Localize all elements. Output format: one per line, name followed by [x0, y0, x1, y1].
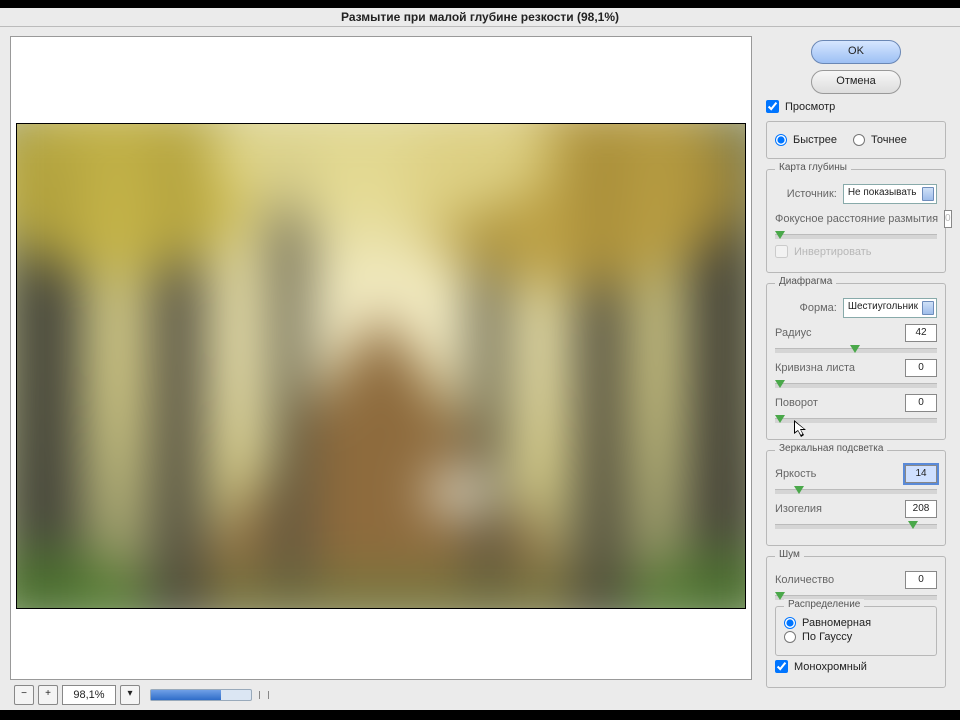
threshold-value[interactable]: 208 [905, 500, 937, 518]
radius-slider[interactable] [775, 348, 937, 353]
preview-image [16, 123, 746, 609]
radius-label: Радиус [775, 327, 899, 339]
source-label: Источник: [775, 188, 837, 200]
rotation-label: Поворот [775, 397, 899, 409]
amount-label: Количество [775, 574, 899, 586]
source-select[interactable]: Не показывать [843, 184, 937, 204]
invert-checkbox-row: Инвертировать [775, 245, 937, 258]
group-noise: Шум Количество 0 Распределение Равномерн… [766, 556, 946, 688]
zoom-field[interactable]: 98,1% [62, 685, 116, 705]
render-accurate-radio[interactable] [853, 134, 865, 146]
render-accurate[interactable]: Точнее [853, 134, 907, 146]
curvature-label: Кривизна листа [775, 362, 899, 374]
threshold-label: Изогелия [775, 503, 899, 515]
rotation-slider[interactable] [775, 418, 937, 423]
rotation-value[interactable]: 0 [905, 394, 937, 412]
preview-checkbox[interactable] [766, 100, 779, 113]
focal-label: Фокусное расстояние размытия [775, 213, 938, 225]
threshold-slider[interactable] [775, 524, 937, 529]
invert-checkbox [775, 245, 788, 258]
zoom-menu-button[interactable]: ▾ [120, 685, 140, 705]
title-bar: Размытие при малой глубине резкости (98,… [0, 8, 960, 27]
zoom-progress [150, 689, 252, 701]
zoom-in-button[interactable]: + [38, 685, 58, 705]
shape-select[interactable]: Шестиугольник (6) [843, 298, 937, 318]
dist-uniform[interactable]: Равномерная [784, 617, 928, 629]
focal-slider[interactable] [775, 234, 937, 239]
image-canvas[interactable] [16, 123, 746, 609]
amount-value[interactable]: 0 [905, 571, 937, 589]
radius-value[interactable]: 42 [905, 324, 937, 342]
render-mode: Быстрее Точнее [775, 132, 937, 148]
zoom-out-button[interactable]: − [14, 685, 34, 705]
dist-gauss[interactable]: По Гауссу [784, 631, 928, 643]
dialog-window: Размытие при малой глубине резкости (98,… [0, 8, 960, 710]
brightness-value[interactable]: 14 [905, 465, 937, 483]
curvature-value[interactable]: 0 [905, 359, 937, 377]
render-fast[interactable]: Быстрее [775, 134, 837, 146]
curvature-slider[interactable] [775, 383, 937, 388]
group-specular: Зеркальная подсветка Яркость 14 Изогелия… [766, 450, 946, 546]
group-aperture: Диафрагма Форма: Шестиугольник (6) Радиу… [766, 283, 946, 440]
ok-button[interactable]: OK [811, 40, 901, 64]
scroll-grip[interactable] [259, 691, 269, 699]
render-fast-radio[interactable] [775, 134, 787, 146]
dist-gauss-radio[interactable] [784, 631, 796, 643]
cancel-button[interactable]: Отмена [811, 70, 901, 94]
dist-uniform-radio[interactable] [784, 617, 796, 629]
preview-label: Просмотр [785, 101, 835, 113]
focal-value[interactable]: 0 [944, 210, 952, 228]
group-depth-map: Карта глубины Источник: Не показывать Фо… [766, 169, 946, 273]
preview-panel [10, 36, 752, 680]
zoom-bar: − + 98,1% ▾ [14, 684, 744, 706]
monochrome-checkbox[interactable] [775, 660, 788, 673]
preview-checkbox-row: Просмотр [766, 100, 946, 113]
controls-panel: OK Отмена Просмотр Быстрее Точнее [766, 40, 946, 696]
shape-label: Форма: [775, 302, 837, 314]
dialog-content: − + 98,1% ▾ OK Отмена Просмотр [0, 26, 960, 710]
brightness-label: Яркость [775, 468, 899, 480]
brightness-slider[interactable] [775, 489, 937, 494]
monochrome-row: Монохромный [775, 660, 937, 673]
